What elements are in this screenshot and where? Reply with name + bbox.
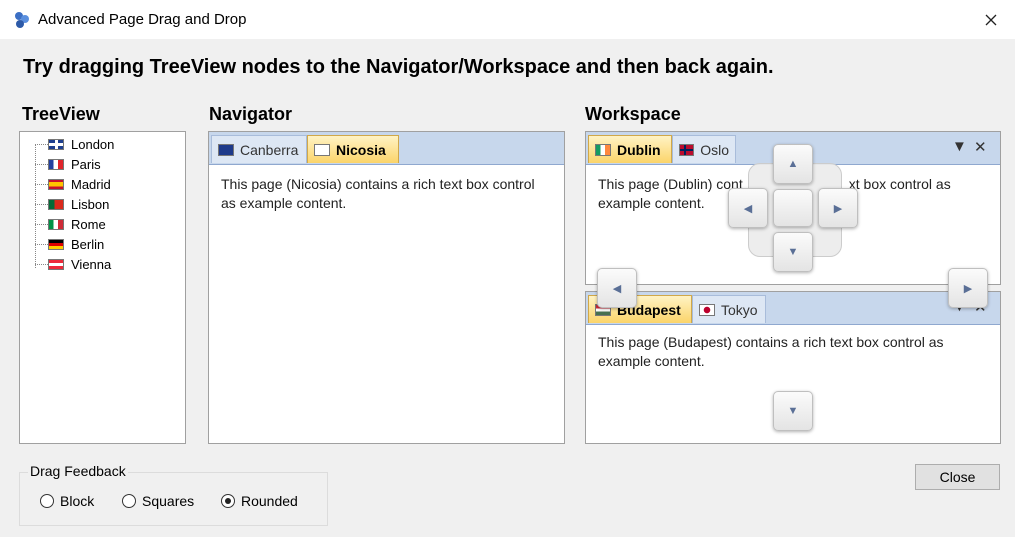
tab-label: Nicosia xyxy=(336,141,386,158)
tree-node-lisbon[interactable]: Lisbon xyxy=(48,194,109,214)
tree-node-label: Madrid xyxy=(71,176,111,192)
content-text: This page (Dublin) cont xyxy=(598,176,743,192)
workspace-label: Workspace xyxy=(585,104,681,124)
tree-node-label: London xyxy=(71,136,115,152)
tree-node-vienna[interactable]: Vienna xyxy=(48,254,111,274)
cyprus-flag-icon xyxy=(314,143,330,156)
tab-label: Dublin xyxy=(617,141,661,158)
treeview-label: TreeView xyxy=(22,104,100,124)
radio-circle xyxy=(40,494,54,508)
tab-oslo[interactable]: Oslo xyxy=(672,135,736,163)
tab-nicosia[interactable]: Nicosia xyxy=(307,135,399,163)
italy-flag-icon xyxy=(48,218,64,230)
close-button[interactable]: Close xyxy=(915,464,1000,490)
tab-label: Oslo xyxy=(700,141,729,158)
radio-circle xyxy=(221,494,235,508)
navigator-content[interactable]: This page (Nicosia) contains a rich text… xyxy=(221,175,541,213)
australia-flag-icon xyxy=(218,143,234,156)
drop-center-icon[interactable] xyxy=(773,189,813,227)
tree-connector xyxy=(35,144,48,145)
drop-bottom-arrow-icon[interactable]: ▼ xyxy=(773,232,813,272)
austria-flag-icon xyxy=(48,258,64,270)
radio-label: Block xyxy=(60,493,95,509)
app-icon xyxy=(15,12,29,28)
tree-node-label: Lisbon xyxy=(71,196,110,212)
drop-edge-right-arrow-icon[interactable]: ▶ xyxy=(948,268,988,308)
drag-feedback-label: Drag Feedback xyxy=(28,463,128,479)
treeview-panel[interactable]: London Paris Madrid Lisbon Rome Berlin V… xyxy=(19,131,186,444)
tab-dublin[interactable]: Dublin xyxy=(588,135,672,163)
window-close-button[interactable] xyxy=(966,0,1015,39)
france-flag-icon xyxy=(48,158,64,170)
content-text: example content. xyxy=(598,195,705,211)
tab-label: Canberra xyxy=(240,141,299,158)
japan-flag-icon xyxy=(699,303,715,316)
uk-flag-icon xyxy=(48,138,64,150)
spain-flag-icon xyxy=(48,178,64,190)
drop-right-arrow-icon[interactable]: ▶ xyxy=(818,188,858,228)
germany-flag-icon xyxy=(48,238,64,250)
tree-connector xyxy=(35,264,48,265)
tree-node-madrid[interactable]: Madrid xyxy=(48,174,111,194)
drop-left-arrow-icon[interactable]: ◀ xyxy=(728,188,768,228)
radio-rounded[interactable]: Rounded xyxy=(221,493,298,509)
tree-node-label: Paris xyxy=(71,156,101,172)
tab-canberra[interactable]: Canberra xyxy=(211,135,307,163)
close-icon xyxy=(985,14,996,25)
drop-edge-left-arrow-icon[interactable]: ◀ xyxy=(597,268,637,308)
tree-node-label: Vienna xyxy=(71,256,112,272)
close-icon[interactable]: ✕ xyxy=(974,138,987,156)
tree-node-label: Berlin xyxy=(71,236,105,252)
radio-label: Rounded xyxy=(241,493,298,509)
content-text: xt box control as xyxy=(848,176,951,192)
radio-block[interactable]: Block xyxy=(40,493,94,509)
tree-node-berlin[interactable]: Berlin xyxy=(48,234,104,254)
instruction-heading: Try dragging TreeView nodes to the Navig… xyxy=(23,56,774,78)
ireland-flag-icon xyxy=(595,143,611,156)
radio-label: Squares xyxy=(142,493,195,509)
drop-edge-bottom-arrow-icon[interactable]: ▼ xyxy=(773,391,813,431)
workspace-bottom-tabstrip: Budapest Tokyo ▼ ✕ xyxy=(586,292,1000,325)
title-bar: Advanced Page Drag and Drop xyxy=(0,0,1015,40)
tree-connector xyxy=(35,144,36,268)
tree-connector xyxy=(35,244,48,245)
norway-flag-icon xyxy=(679,143,695,156)
dropdown-icon[interactable]: ▼ xyxy=(952,138,967,155)
tree-node-rome[interactable]: Rome xyxy=(48,214,106,234)
navigator-panel: Canberra Nicosia This page (Nicosia) con… xyxy=(208,131,565,444)
tab-tokyo[interactable]: Tokyo xyxy=(692,295,766,323)
window-title: Advanced Page Drag and Drop xyxy=(38,11,247,28)
tree-node-london[interactable]: London xyxy=(48,134,114,154)
tree-connector xyxy=(35,224,48,225)
tab-label: Tokyo xyxy=(721,301,758,318)
navigator-label: Navigator xyxy=(209,104,293,124)
radio-circle xyxy=(122,494,136,508)
tree-node-paris[interactable]: Paris xyxy=(48,154,101,174)
tree-connector xyxy=(35,184,48,185)
drop-top-arrow-icon[interactable]: ▲ xyxy=(773,144,813,184)
portugal-flag-icon xyxy=(48,198,64,210)
workspace-bottom-content[interactable]: This page (Budapest) contains a rich tex… xyxy=(598,333,983,371)
radio-squares[interactable]: Squares xyxy=(122,493,194,509)
tree-connector xyxy=(35,204,48,205)
navigator-tabstrip: Canberra Nicosia xyxy=(209,132,564,165)
tree-connector xyxy=(35,164,48,165)
tree-node-label: Rome xyxy=(71,216,106,232)
